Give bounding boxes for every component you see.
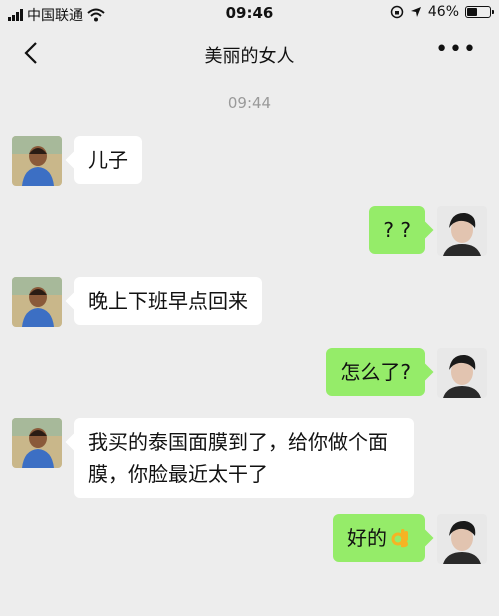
battery-fill: [467, 8, 477, 16]
battery-percent: 46%: [427, 4, 459, 20]
chat-title: 美丽的女人: [204, 46, 295, 67]
nav-bar: 美丽的女人 •••: [0, 28, 499, 78]
contact-avatar[interactable]: [12, 418, 62, 468]
message-received: 晚上下班早点回来: [12, 277, 262, 327]
message-bubble[interactable]: 儿子: [74, 136, 142, 184]
message-bubble[interactable]: 好的: [333, 514, 425, 562]
message-bubble[interactable]: 怎么了?: [326, 348, 425, 396]
message-sent: ? ?: [369, 206, 487, 256]
message-sent: 怎么了?: [326, 348, 487, 398]
battery-icon: [465, 6, 494, 18]
message-bubble[interactable]: 晚上下班早点回来: [74, 277, 262, 325]
message-bubble[interactable]: 我买的泰国面膜到了，给你做个面膜，你脸最近太干了: [74, 418, 414, 498]
user-avatar[interactable]: [437, 514, 487, 564]
message-text: 好的: [347, 526, 387, 550]
status-bar: 中国联通 09:46 46%: [0, 0, 499, 28]
message-received: 我买的泰国面膜到了，给你做个面膜，你脸最近太干了: [12, 418, 414, 498]
message-bubble[interactable]: ? ?: [369, 206, 425, 254]
user-avatar[interactable]: [437, 348, 487, 398]
more-options-icon[interactable]: •••: [435, 39, 477, 61]
time-separator: 09:44: [227, 94, 272, 112]
user-avatar[interactable]: [437, 206, 487, 256]
status-right: 46%: [390, 4, 494, 20]
location-icon: [410, 7, 421, 17]
ok-hand-icon: [391, 529, 408, 548]
message-sent: 好的: [333, 514, 487, 564]
message-received: 儿子: [12, 136, 142, 186]
contact-avatar[interactable]: [12, 136, 62, 186]
contact-avatar[interactable]: [12, 277, 62, 327]
rotation-lock-icon: [390, 5, 404, 19]
